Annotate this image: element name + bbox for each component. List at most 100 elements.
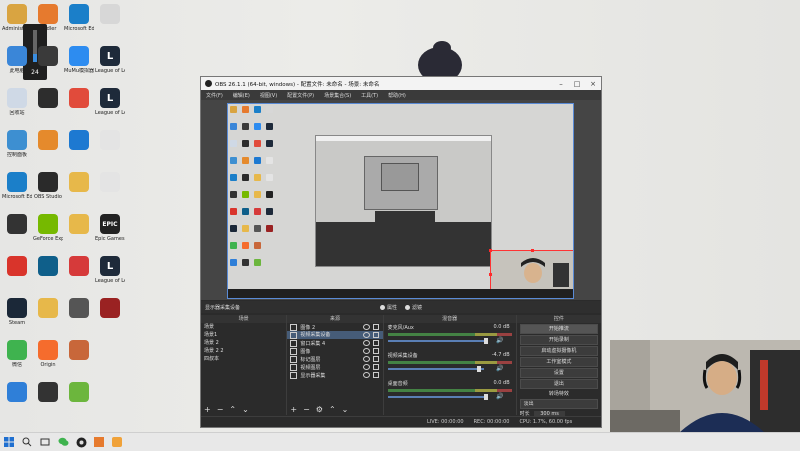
slider-knob[interactable] xyxy=(476,366,481,372)
close-button[interactable]: × xyxy=(585,80,601,88)
desktop-icon[interactable] xyxy=(64,214,94,236)
remove-source-button[interactable]: − xyxy=(303,405,310,414)
lock-icon[interactable] xyxy=(372,356,379,362)
desktop-icon[interactable] xyxy=(64,298,94,320)
menu-item[interactable]: 文件(F) xyxy=(206,92,223,99)
desktop-icon[interactable]: GeForce Experience xyxy=(33,214,63,242)
windows-start-icon[interactable] xyxy=(0,433,18,451)
control-button[interactable]: 启动虚拟摄像机 xyxy=(519,346,598,356)
source-item[interactable]: 窗口采集 4 xyxy=(287,339,382,347)
control-button[interactable]: 开始录制 xyxy=(519,335,598,345)
source-settings-icon[interactable]: ⚙ xyxy=(316,405,323,414)
desktop-icon[interactable]: Origin xyxy=(33,340,63,368)
desktop-icon[interactable] xyxy=(64,340,94,362)
lock-icon[interactable] xyxy=(372,372,379,378)
menu-item[interactable]: 工具(T) xyxy=(361,92,378,99)
desktop-icon[interactable] xyxy=(2,382,32,404)
visibility-eye-icon[interactable] xyxy=(362,324,370,330)
desktop-icon[interactable] xyxy=(64,130,94,152)
obs-icon[interactable] xyxy=(72,433,90,451)
lock-icon[interactable] xyxy=(372,340,379,346)
preview-area[interactable] xyxy=(201,100,601,300)
desktop-icon[interactable]: 回收站 xyxy=(2,88,32,116)
desktop-icon[interactable] xyxy=(33,382,63,404)
source-item[interactable]: 视频采集设备 xyxy=(287,331,383,339)
add-scene-button[interactable]: + xyxy=(204,405,211,414)
visibility-eye-icon[interactable] xyxy=(362,356,370,362)
visibility-eye-icon[interactable] xyxy=(362,364,370,370)
menu-item[interactable]: 编辑(E) xyxy=(233,92,250,99)
desktop-icon[interactable]: 此电脑 xyxy=(2,46,32,74)
menu-item[interactable]: 配置文件(P) xyxy=(287,92,314,99)
desktop-icon[interactable]: L League of Legends xyxy=(95,46,125,74)
visibility-eye-icon[interactable] xyxy=(362,340,370,346)
scene-item[interactable]: 四叔本 xyxy=(201,355,286,363)
desktop-icon[interactable] xyxy=(33,130,63,152)
desktop-icon[interactable] xyxy=(95,298,125,320)
volume-slider[interactable]: 🔊 xyxy=(387,393,512,400)
control-button[interactable]: 设置 xyxy=(519,368,598,378)
visibility-eye-icon[interactable] xyxy=(362,332,370,338)
preview-canvas[interactable] xyxy=(227,103,574,299)
maximize-button[interactable]: □ xyxy=(569,80,585,88)
move-up-icon[interactable]: ⌃ xyxy=(329,405,336,414)
desktop-icon[interactable] xyxy=(33,298,63,320)
desktop-icon[interactable] xyxy=(2,214,32,236)
desktop-icon[interactable]: Microsoft Edge xyxy=(64,4,94,32)
desktop-icon[interactable] xyxy=(64,382,94,404)
menu-item[interactable]: 视图(V) xyxy=(260,92,277,99)
desktop-icon[interactable] xyxy=(95,172,125,194)
desktop-icon[interactable] xyxy=(64,172,94,194)
desktop-icon[interactable] xyxy=(33,256,63,278)
desktop-icon[interactable]: Administrator xyxy=(2,4,32,32)
desktop-icon[interactable]: Steam xyxy=(2,298,32,326)
remove-scene-button[interactable]: − xyxy=(217,405,224,414)
tiles-icon[interactable] xyxy=(90,433,108,451)
slider-knob[interactable] xyxy=(484,338,489,344)
volume-slider[interactable]: 🔊 xyxy=(387,337,512,344)
visibility-eye-icon[interactable] xyxy=(362,372,370,378)
lock-icon[interactable] xyxy=(372,324,379,330)
control-button[interactable]: 工作室模式 xyxy=(519,357,598,367)
source-item[interactable]: 显示器采集 xyxy=(287,371,382,379)
scene-item[interactable]: 场景 xyxy=(201,323,286,331)
desktop-icon[interactable]: Microsoft Edge xyxy=(2,172,32,200)
scene-item[interactable]: 场景 2 2 xyxy=(201,347,286,355)
desktop-icon[interactable]: OBS Studio xyxy=(33,172,63,200)
wechat-icon[interactable] xyxy=(54,433,72,451)
desktop-icon[interactable]: EPIC Epic Games Launcher xyxy=(95,214,125,242)
speaker-icon[interactable]: 🔊 xyxy=(496,365,503,372)
desktop-icon[interactable]: 控制面板 xyxy=(2,130,32,158)
lock-icon[interactable] xyxy=(372,364,379,370)
title-bar[interactable]: OBS 26.1.1 (64-bit, windows) - 配置文件: 未命名… xyxy=(201,77,601,90)
control-button[interactable]: 开始推流 xyxy=(519,324,598,334)
slider-knob[interactable] xyxy=(484,394,489,400)
desktop-icon[interactable]: MuMu模拟器 xyxy=(64,46,94,74)
task-view-icon[interactable] xyxy=(36,433,54,451)
desktop-icon[interactable] xyxy=(95,4,125,26)
desktop-icon[interactable]: L League of Legends xyxy=(95,256,125,284)
move-down-icon[interactable]: ⌄ xyxy=(242,405,249,414)
volume-slider[interactable]: 🔊 xyxy=(387,365,512,372)
visibility-eye-icon[interactable] xyxy=(362,348,370,354)
speaker-icon[interactable]: 🔊 xyxy=(496,393,503,400)
move-up-icon[interactable]: ⌃ xyxy=(229,405,236,414)
add-source-button[interactable]: + xyxy=(290,405,297,414)
speaker-icon[interactable]: 🔊 xyxy=(496,337,503,344)
move-down-icon[interactable]: ⌄ xyxy=(342,405,349,414)
scene-item[interactable]: 场景1 xyxy=(201,331,286,339)
control-button[interactable]: 退出 xyxy=(519,379,598,389)
fiddler-icon[interactable] xyxy=(108,433,126,451)
source-item[interactable]: 视频图层 xyxy=(287,363,382,371)
desktop-icon[interactable] xyxy=(33,46,63,68)
source-item[interactable]: 标记图层 xyxy=(287,355,382,363)
search-icon[interactable] xyxy=(18,433,36,451)
desktop-icon[interactable] xyxy=(64,88,94,110)
desktop-icon[interactable]: 微信 xyxy=(2,340,32,368)
minimize-button[interactable]: – xyxy=(553,80,569,88)
desktop-icon[interactable] xyxy=(64,256,94,278)
menu-item[interactable]: 帮助(H) xyxy=(388,92,406,99)
desktop-icon[interactable]: Fiddler xyxy=(33,4,63,32)
desktop-icon[interactable]: L League of Legends xyxy=(95,88,125,116)
menu-item[interactable]: 场景集合(S) xyxy=(324,92,351,99)
